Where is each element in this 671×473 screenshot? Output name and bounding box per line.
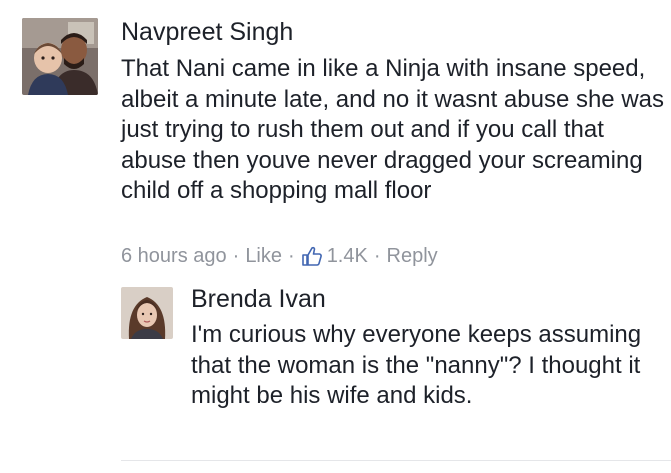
comment-text: That Nani came in like a Ninja with insa… — [121, 55, 664, 204]
separator-dot: · — [373, 245, 381, 267]
reply-link[interactable]: Reply — [387, 242, 438, 270]
separator-dot: · — [232, 245, 240, 267]
comment-timestamp[interactable]: 6 hours ago — [121, 242, 227, 270]
comment-author[interactable]: Navpreet Singh — [121, 16, 293, 48]
profile-photo-icon — [121, 287, 173, 339]
separator-dot: · — [288, 245, 295, 267]
profile-photo-icon — [22, 18, 98, 95]
like-link[interactable]: Like — [245, 242, 282, 270]
comment-text: I'm curious why everyone keeps assuming … — [191, 321, 642, 409]
avatar[interactable] — [22, 18, 98, 95]
like-count[interactable]: 1.4K — [327, 242, 368, 270]
avatar[interactable] — [121, 287, 173, 339]
comment-navpreet-singh: Navpreet Singh That Nani came in like a … — [0, 0, 671, 280]
divider — [121, 460, 671, 461]
comment-author[interactable]: Brenda Ivan — [191, 283, 326, 315]
comment-meta: 6 hours ago · Like · 1.4K · Reply — [121, 242, 438, 270]
thumbs-up-icon[interactable] — [301, 245, 323, 267]
comment-brenda-ivan: Brenda Ivan I'm curious why everyone kee… — [0, 280, 671, 473]
